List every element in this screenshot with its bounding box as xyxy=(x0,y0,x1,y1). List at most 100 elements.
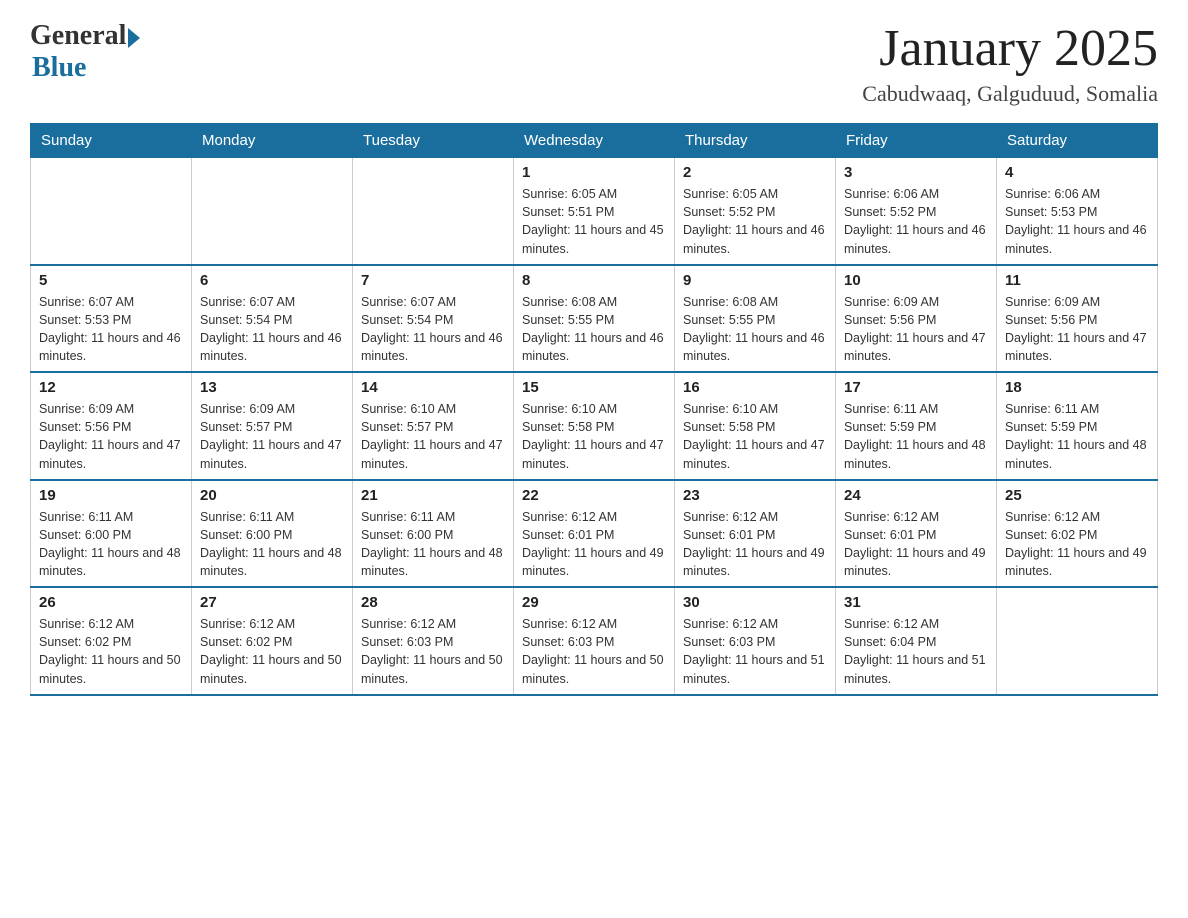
day-info: Sunrise: 6:09 AMSunset: 5:56 PMDaylight:… xyxy=(39,400,183,473)
day-number: 31 xyxy=(844,594,988,611)
day-cell-16: 16 Sunrise: 6:10 AMSunset: 5:58 PMDayligh… xyxy=(675,372,836,480)
day-info: Sunrise: 6:06 AMSunset: 5:53 PMDaylight:… xyxy=(1005,185,1149,258)
day-cell-19: 19Sunrise: 6:11 AMSunset: 6:00 PMDayligh… xyxy=(31,480,192,588)
day-cell-25: 25Sunrise: 6:12 AMSunset: 6:02 PMDayligh… xyxy=(997,480,1158,588)
day-cell-4: 4Sunrise: 6:06 AMSunset: 5:53 PMDaylight… xyxy=(997,158,1158,265)
day-info: Sunrise: 6:09 AMSunset: 5:56 PMDaylight:… xyxy=(1005,293,1149,366)
day-header-thursday: Thursday xyxy=(675,124,836,158)
day-info: Sunrise: 6:07 AMSunset: 5:53 PMDaylight:… xyxy=(39,293,183,366)
day-number: 18 xyxy=(1005,379,1149,396)
empty-cell xyxy=(192,158,353,265)
day-info: Sunrise: 6:10 AMSunset: 5:58 PMDaylight:… xyxy=(522,400,666,473)
day-info: Sunrise: 6:12 AMSunset: 6:01 PMDaylight:… xyxy=(683,508,827,581)
empty-cell xyxy=(353,158,514,265)
day-info: Sunrise: 6:10 AMSunset: 5:58 PMDaylight:… xyxy=(683,400,827,473)
day-number: 15 xyxy=(522,379,666,396)
day-info: Sunrise: 6:06 AMSunset: 5:52 PMDaylight:… xyxy=(844,185,988,258)
day-cell-31: 31 Sunrise: 6:12 AMSunset: 6:04 PMDayligh… xyxy=(836,587,997,695)
day-cell-21: 21 Sunrise: 6:11 AMSunset: 6:00 PMDayligh… xyxy=(353,480,514,588)
day-info: Sunrise: 6:11 AMSunset: 5:59 PMDaylight:… xyxy=(844,400,988,473)
day-number: 11 xyxy=(1005,272,1149,289)
day-info: Sunrise: 6:12 AMSunset: 6:03 PMDaylight:… xyxy=(522,615,666,688)
day-info: Sunrise: 6:05 AMSunset: 5:52 PMDaylight:… xyxy=(683,185,827,258)
calendar-table: SundayMondayTuesdayWednesdayThursdayFrid… xyxy=(30,123,1158,696)
day-number: 8 xyxy=(522,272,666,289)
day-cell-15: 15 Sunrise: 6:10 AMSunset: 5:58 PMDayligh… xyxy=(514,372,675,480)
day-cell-23: 23 Sunrise: 6:12 AMSunset: 6:01 PMDayligh… xyxy=(675,480,836,588)
day-info: Sunrise: 6:11 AMSunset: 6:00 PMDaylight:… xyxy=(200,508,344,581)
day-number: 1 xyxy=(522,164,666,181)
day-cell-1: 1 Sunrise: 6:05 AMSunset: 5:51 PMDaylight… xyxy=(514,158,675,265)
day-info: Sunrise: 6:07 AMSunset: 5:54 PMDaylight:… xyxy=(200,293,344,366)
day-cell-2: 2 Sunrise: 6:05 AMSunset: 5:52 PMDaylight… xyxy=(675,158,836,265)
month-title: January 2025 xyxy=(862,20,1158,77)
day-number: 6 xyxy=(200,272,344,289)
page-header: General Blue January 2025 Cabudwaaq, Gal… xyxy=(30,20,1158,107)
day-header-sunday: Sunday xyxy=(31,124,192,158)
week-row-3: 12 Sunrise: 6:09 AMSunset: 5:56 PMDayligh… xyxy=(31,372,1158,480)
day-info: Sunrise: 6:12 AMSunset: 6:03 PMDaylight:… xyxy=(361,615,505,688)
day-number: 10 xyxy=(844,272,988,289)
day-number: 9 xyxy=(683,272,827,289)
day-cell-11: 11 Sunrise: 6:09 AMSunset: 5:56 PMDayligh… xyxy=(997,265,1158,373)
day-cell-3: 3 Sunrise: 6:06 AMSunset: 5:52 PMDaylight… xyxy=(836,158,997,265)
day-info: Sunrise: 6:12 AMSunset: 6:01 PMDaylight:… xyxy=(844,508,988,581)
day-number: 16 xyxy=(683,379,827,396)
day-number: 24 xyxy=(844,487,988,504)
day-cell-26: 26Sunrise: 6:12 AMSunset: 6:02 PMDayligh… xyxy=(31,587,192,695)
day-cell-14: 14Sunrise: 6:10 AMSunset: 5:57 PMDayligh… xyxy=(353,372,514,480)
day-number: 27 xyxy=(200,594,344,611)
day-number: 23 xyxy=(683,487,827,504)
day-header-saturday: Saturday xyxy=(997,124,1158,158)
day-number: 28 xyxy=(361,594,505,611)
day-info: Sunrise: 6:08 AMSunset: 5:55 PMDaylight:… xyxy=(522,293,666,366)
day-cell-20: 20 Sunrise: 6:11 AMSunset: 6:00 PMDayligh… xyxy=(192,480,353,588)
day-info: Sunrise: 6:12 AMSunset: 6:03 PMDaylight:… xyxy=(683,615,827,688)
day-header-tuesday: Tuesday xyxy=(353,124,514,158)
day-cell-27: 27 Sunrise: 6:12 AMSunset: 6:02 PMDayligh… xyxy=(192,587,353,695)
week-row-1: 1 Sunrise: 6:05 AMSunset: 5:51 PMDaylight… xyxy=(31,158,1158,265)
location-title: Cabudwaaq, Galguduud, Somalia xyxy=(862,81,1158,107)
day-info: Sunrise: 6:11 AMSunset: 6:00 PMDaylight:… xyxy=(39,508,183,581)
day-cell-18: 18 Sunrise: 6:11 AMSunset: 5:59 PMDayligh… xyxy=(997,372,1158,480)
day-info: Sunrise: 6:12 AMSunset: 6:02 PMDaylight:… xyxy=(39,615,183,688)
day-number: 5 xyxy=(39,272,183,289)
day-cell-12: 12 Sunrise: 6:09 AMSunset: 5:56 PMDayligh… xyxy=(31,372,192,480)
calendar-header: SundayMondayTuesdayWednesdayThursdayFrid… xyxy=(31,124,1158,158)
day-cell-22: 22Sunrise: 6:12 AMSunset: 6:01 PMDayligh… xyxy=(514,480,675,588)
day-number: 3 xyxy=(844,164,988,181)
week-row-5: 26Sunrise: 6:12 AMSunset: 6:02 PMDayligh… xyxy=(31,587,1158,695)
day-cell-5: 5 Sunrise: 6:07 AMSunset: 5:53 PMDaylight… xyxy=(31,265,192,373)
day-info: Sunrise: 6:12 AMSunset: 6:04 PMDaylight:… xyxy=(844,615,988,688)
calendar-body: 1 Sunrise: 6:05 AMSunset: 5:51 PMDaylight… xyxy=(31,158,1158,695)
day-info: Sunrise: 6:10 AMSunset: 5:57 PMDaylight:… xyxy=(361,400,505,473)
empty-cell xyxy=(997,587,1158,695)
day-info: Sunrise: 6:07 AMSunset: 5:54 PMDaylight:… xyxy=(361,293,505,366)
day-cell-6: 6 Sunrise: 6:07 AMSunset: 5:54 PMDaylight… xyxy=(192,265,353,373)
day-number: 2 xyxy=(683,164,827,181)
day-number: 20 xyxy=(200,487,344,504)
day-number: 22 xyxy=(522,487,666,504)
day-number: 12 xyxy=(39,379,183,396)
logo-arrow-icon xyxy=(128,28,140,48)
day-headers-row: SundayMondayTuesdayWednesdayThursdayFrid… xyxy=(31,124,1158,158)
day-info: Sunrise: 6:11 AMSunset: 6:00 PMDaylight:… xyxy=(361,508,505,581)
day-number: 29 xyxy=(522,594,666,611)
day-info: Sunrise: 6:12 AMSunset: 6:02 PMDaylight:… xyxy=(200,615,344,688)
day-cell-30: 30 Sunrise: 6:12 AMSunset: 6:03 PMDayligh… xyxy=(675,587,836,695)
day-cell-8: 8 Sunrise: 6:08 AMSunset: 5:55 PMDaylight… xyxy=(514,265,675,373)
week-row-4: 19Sunrise: 6:11 AMSunset: 6:00 PMDayligh… xyxy=(31,480,1158,588)
day-info: Sunrise: 6:05 AMSunset: 5:51 PMDaylight:… xyxy=(522,185,666,258)
logo-general: General xyxy=(30,20,126,52)
day-cell-10: 10 Sunrise: 6:09 AMSunset: 5:56 PMDayligh… xyxy=(836,265,997,373)
day-number: 21 xyxy=(361,487,505,504)
day-info: Sunrise: 6:09 AMSunset: 5:56 PMDaylight:… xyxy=(844,293,988,366)
day-cell-17: 17Sunrise: 6:11 AMSunset: 5:59 PMDayligh… xyxy=(836,372,997,480)
day-number: 13 xyxy=(200,379,344,396)
day-number: 7 xyxy=(361,272,505,289)
day-header-monday: Monday xyxy=(192,124,353,158)
day-cell-28: 28 Sunrise: 6:12 AMSunset: 6:03 PMDayligh… xyxy=(353,587,514,695)
day-info: Sunrise: 6:11 AMSunset: 5:59 PMDaylight:… xyxy=(1005,400,1149,473)
week-row-2: 5 Sunrise: 6:07 AMSunset: 5:53 PMDaylight… xyxy=(31,265,1158,373)
day-number: 30 xyxy=(683,594,827,611)
